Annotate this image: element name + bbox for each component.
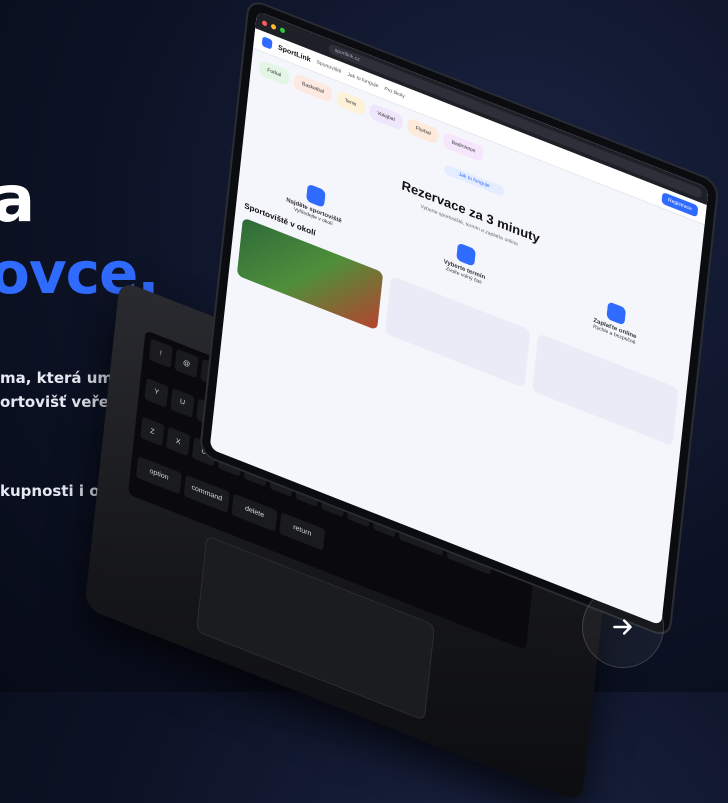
maximize-window-icon <box>279 26 286 34</box>
hero-title-line1: a <box>0 163 36 237</box>
card-icon <box>606 301 627 326</box>
keyboard-key: Y <box>144 377 169 408</box>
category-volejbal: Volejbal <box>368 102 404 131</box>
brand-logo-icon <box>261 36 273 50</box>
keyboard-key-return: return <box>279 511 326 551</box>
keyboard-key-option: option <box>135 455 183 494</box>
category-badminton: Badminton <box>442 131 485 163</box>
arrow-right-icon <box>613 619 632 635</box>
keyboard-key-command: command <box>183 474 230 513</box>
clock-icon <box>456 242 476 267</box>
close-window-icon <box>261 19 268 27</box>
keyboard-key: @ <box>174 348 199 379</box>
keyboard-key: Z <box>140 416 165 447</box>
nav-link-sportoviste: Sportoviště <box>316 59 342 75</box>
category-fotbal: Fotbal <box>258 59 290 87</box>
keyboard-key: U <box>170 387 195 418</box>
search-icon <box>305 183 326 208</box>
minimize-window-icon <box>270 22 277 30</box>
keyboard-key-delete: delete <box>231 493 278 532</box>
keyboard-key: ! <box>148 338 173 369</box>
keyboard-key: X <box>166 426 191 457</box>
category-basketbal: Basketbal <box>293 72 333 104</box>
category-florbal: Florbal <box>406 117 440 146</box>
nav-link-pro-skoly: Pro školy <box>383 85 406 100</box>
category-tenis: Tenis <box>335 89 366 116</box>
next-slide-button[interactable] <box>582 586 664 668</box>
